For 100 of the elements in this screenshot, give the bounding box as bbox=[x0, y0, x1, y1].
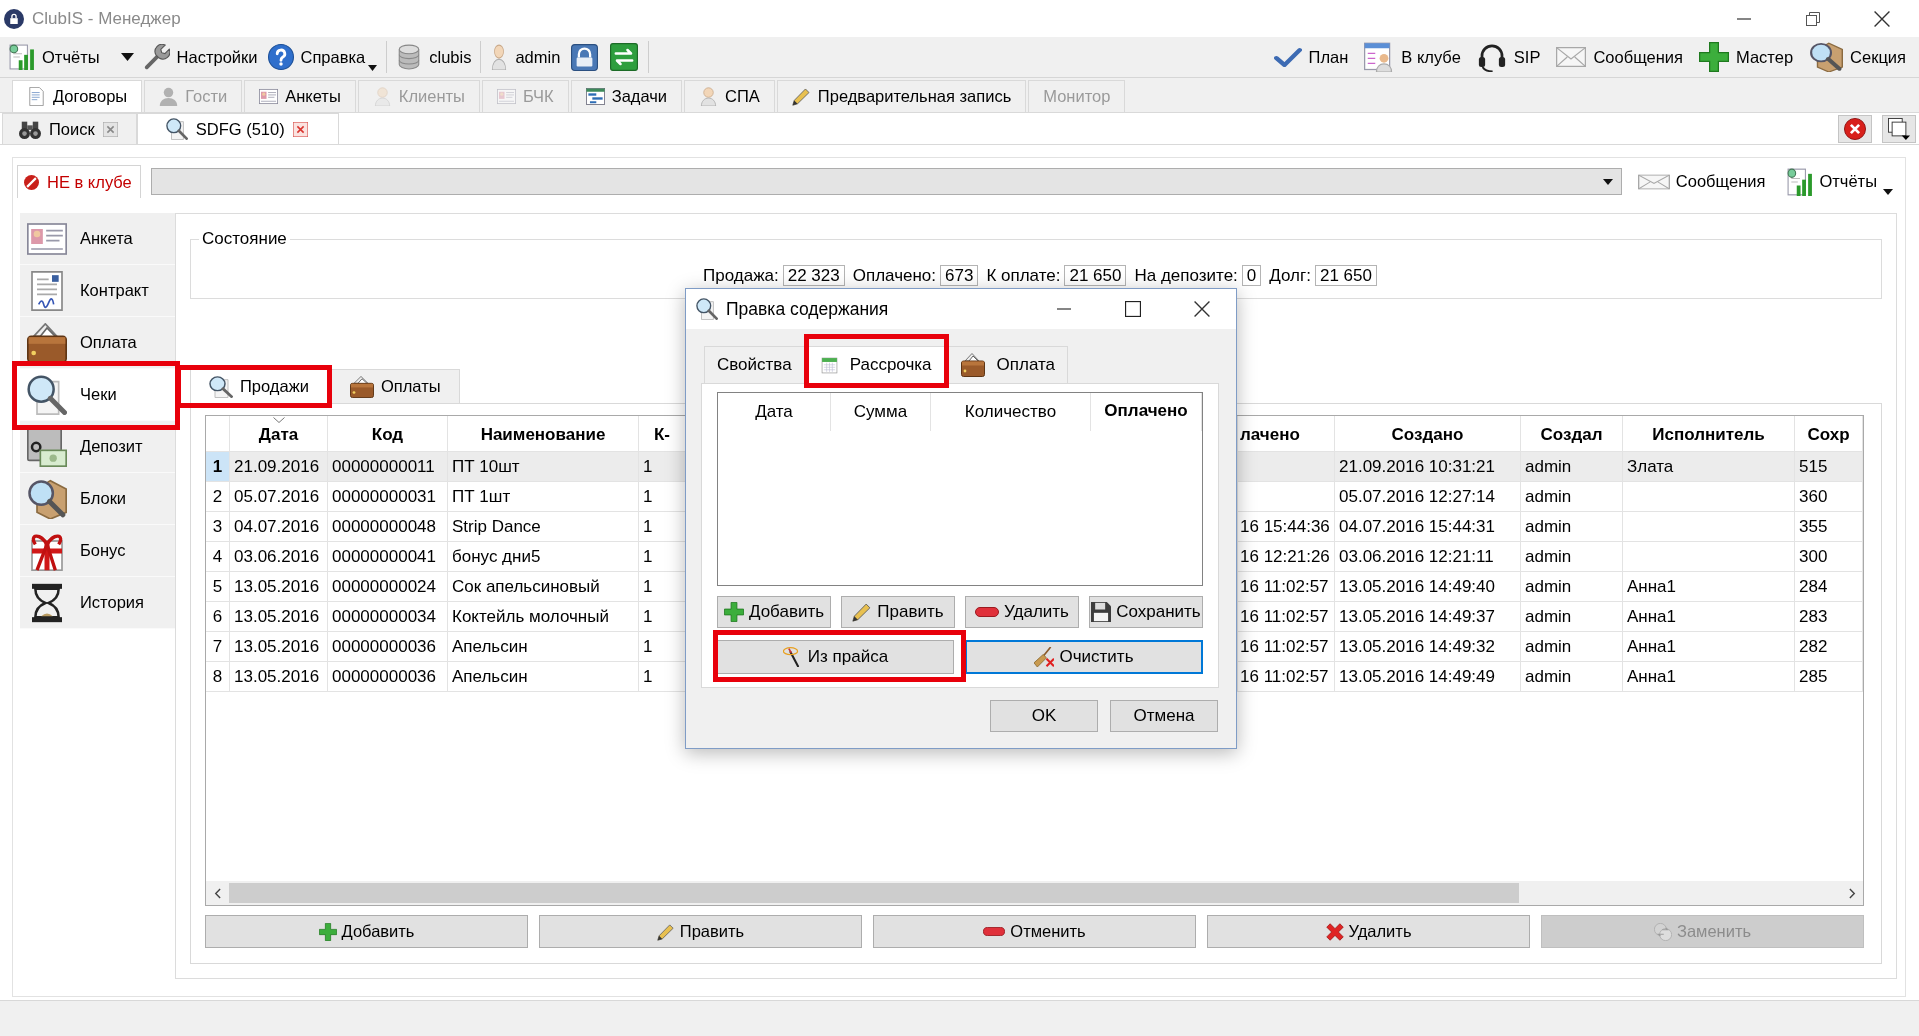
row-header[interactable]: 5 bbox=[206, 572, 230, 602]
plus-icon bbox=[1699, 42, 1729, 72]
table-cell: 13.05.2016 14:49:37 bbox=[1335, 602, 1521, 632]
table-cell: Злата bbox=[1623, 452, 1795, 482]
table-cell: 13.05.2016 14:49:40 bbox=[1335, 572, 1521, 602]
value-field[interactable]: 0 bbox=[1241, 265, 1262, 286]
value-field[interactable]: 21 650 bbox=[1314, 265, 1377, 286]
broom-icon bbox=[1034, 647, 1055, 667]
magnifier-icon bbox=[209, 375, 233, 398]
action-button[interactable]: Удалить bbox=[1207, 915, 1530, 948]
value-field[interactable]: 22 323 bbox=[782, 265, 845, 286]
client-combobox[interactable] bbox=[150, 168, 1622, 195]
save-icon bbox=[1091, 602, 1112, 622]
sidebar-item[interactable]: Блоки bbox=[20, 473, 175, 525]
group-title: Состояние bbox=[201, 229, 288, 249]
restore-icon bbox=[1805, 11, 1820, 26]
dialog-button[interactable]: Удалить bbox=[965, 596, 1079, 628]
plus-icon bbox=[723, 602, 744, 622]
dialog-button[interactable]: Отмена bbox=[1110, 700, 1218, 732]
presence-label: НЕ в клубе bbox=[47, 172, 132, 192]
toolbar-button[interactable]: Секция bbox=[1804, 40, 1911, 74]
table-cell: 04.07.2016 bbox=[230, 512, 328, 542]
table-cell: 285 bbox=[1795, 662, 1863, 692]
toolbar-button[interactable]: План bbox=[1268, 40, 1354, 74]
caret-icon bbox=[368, 65, 378, 71]
dialog-button[interactable]: Очистить bbox=[965, 640, 1203, 674]
tab[interactable]: Оплаты bbox=[330, 369, 460, 403]
toolbar-button[interactable]: Сообщения bbox=[1631, 166, 1772, 197]
dialog-button[interactable]: OK bbox=[990, 700, 1098, 732]
action-button[interactable]: Отменить bbox=[873, 915, 1196, 948]
dialog-button[interactable]: Добавить bbox=[717, 596, 831, 628]
toolbar-button[interactable]: Отчёты bbox=[1781, 166, 1899, 197]
sidebar-item[interactable]: Анкета bbox=[20, 213, 175, 265]
row-header[interactable]: 6 bbox=[206, 602, 230, 632]
toolbar-button[interactable]: Справка bbox=[262, 40, 383, 74]
table-cell: admin bbox=[1521, 662, 1623, 692]
field-label: На депозите: bbox=[1134, 265, 1238, 286]
tab[interactable]: Анкеты bbox=[244, 80, 356, 112]
table-cell: Сок апельсиновый bbox=[448, 572, 639, 602]
table-cell: admin bbox=[1521, 452, 1623, 482]
toolbar-button[interactable]: Сообщения bbox=[1551, 40, 1688, 74]
toolbar-button[interactable]: admin bbox=[485, 40, 566, 74]
forbidden-icon bbox=[24, 174, 39, 190]
tab[interactable]: Предварительная запись bbox=[776, 80, 1027, 112]
close-icon bbox=[1193, 301, 1210, 317]
toolbar-button[interactable]: SIP bbox=[1471, 40, 1546, 74]
window-title: ClubIS - Менеджер bbox=[32, 8, 181, 29]
column-header[interactable]: Количество bbox=[931, 393, 1091, 431]
row-header[interactable]: 2 bbox=[206, 482, 230, 512]
tab[interactable]: Договоры bbox=[12, 80, 143, 112]
toolbar-button[interactable]: Отчёты bbox=[4, 40, 139, 74]
column-header[interactable]: Сумма bbox=[831, 393, 931, 431]
table-cell: 16 12:21:26 bbox=[1238, 542, 1335, 572]
close-tab-button[interactable] bbox=[1838, 114, 1872, 143]
table-cell: 00000000048 bbox=[328, 512, 448, 542]
table-cell: 16 11:02:57 bbox=[1238, 632, 1335, 662]
row-header[interactable]: 4 bbox=[206, 542, 230, 572]
tab[interactable]: Задачи bbox=[570, 80, 683, 112]
field-label: Долг: bbox=[1269, 265, 1311, 286]
table-cell: 282 bbox=[1795, 632, 1863, 662]
tab[interactable]: Оплата bbox=[947, 346, 1069, 383]
table-cell: 13.05.2016 14:49:32 bbox=[1335, 632, 1521, 662]
table-cell: 300 bbox=[1795, 542, 1863, 572]
app-logo-icon bbox=[4, 8, 24, 29]
row-header[interactable]: 7 bbox=[206, 632, 230, 662]
table-cell: 03.06.2016 12:21:11 bbox=[1335, 542, 1521, 572]
toolbar-button[interactable]: clubis bbox=[391, 40, 477, 74]
scrollbar-thumb[interactable] bbox=[229, 883, 1520, 903]
table-cell: 13.05.2016 bbox=[230, 662, 328, 692]
row-header[interactable]: 8 bbox=[206, 662, 230, 692]
toolbar-button[interactable]: В клубе bbox=[1359, 40, 1466, 74]
table-cell: Анна1 bbox=[1623, 632, 1795, 662]
document-tab[interactable]: Поиск bbox=[2, 113, 137, 144]
sidebar-item[interactable]: Контракт bbox=[20, 265, 175, 317]
column-header[interactable]: Дата bbox=[718, 393, 831, 431]
window-list-button[interactable] bbox=[1882, 114, 1916, 143]
tab[interactable]: СПА bbox=[684, 80, 775, 112]
action-button[interactable]: Править bbox=[539, 915, 862, 948]
table-cell: 13.05.2016 14:49:49 bbox=[1335, 662, 1521, 692]
close-icon bbox=[292, 121, 308, 137]
tab[interactable]: Свойства bbox=[704, 346, 805, 383]
dialog-button[interactable]: Править bbox=[841, 596, 955, 628]
document-icon bbox=[27, 87, 46, 106]
dialog-button[interactable]: Сохранить bbox=[1089, 596, 1203, 628]
sort-icon bbox=[272, 417, 285, 423]
horizontal-scrollbar[interactable] bbox=[206, 881, 1863, 905]
sidebar-item[interactable]: История bbox=[20, 577, 175, 629]
row-header[interactable]: 3 bbox=[206, 512, 230, 542]
sidebar-item[interactable]: Бонус bbox=[20, 525, 175, 577]
table-cell: 00000000041 bbox=[328, 542, 448, 572]
toolbar-button[interactable]: Настройки bbox=[138, 40, 263, 74]
toolbar-button[interactable]: Мастер bbox=[1694, 40, 1799, 74]
document-tab[interactable]: SDFG (510) bbox=[136, 113, 339, 144]
value-field[interactable]: 21 650 bbox=[1064, 265, 1127, 286]
row-header[interactable]: 1 bbox=[206, 452, 230, 482]
action-button[interactable]: Добавить bbox=[205, 915, 528, 948]
roster-icon bbox=[1364, 42, 1395, 72]
value-field[interactable]: 673 bbox=[940, 265, 979, 286]
column-header[interactable]: Оплачено bbox=[1091, 393, 1202, 431]
table-cell: admin bbox=[1521, 512, 1623, 542]
